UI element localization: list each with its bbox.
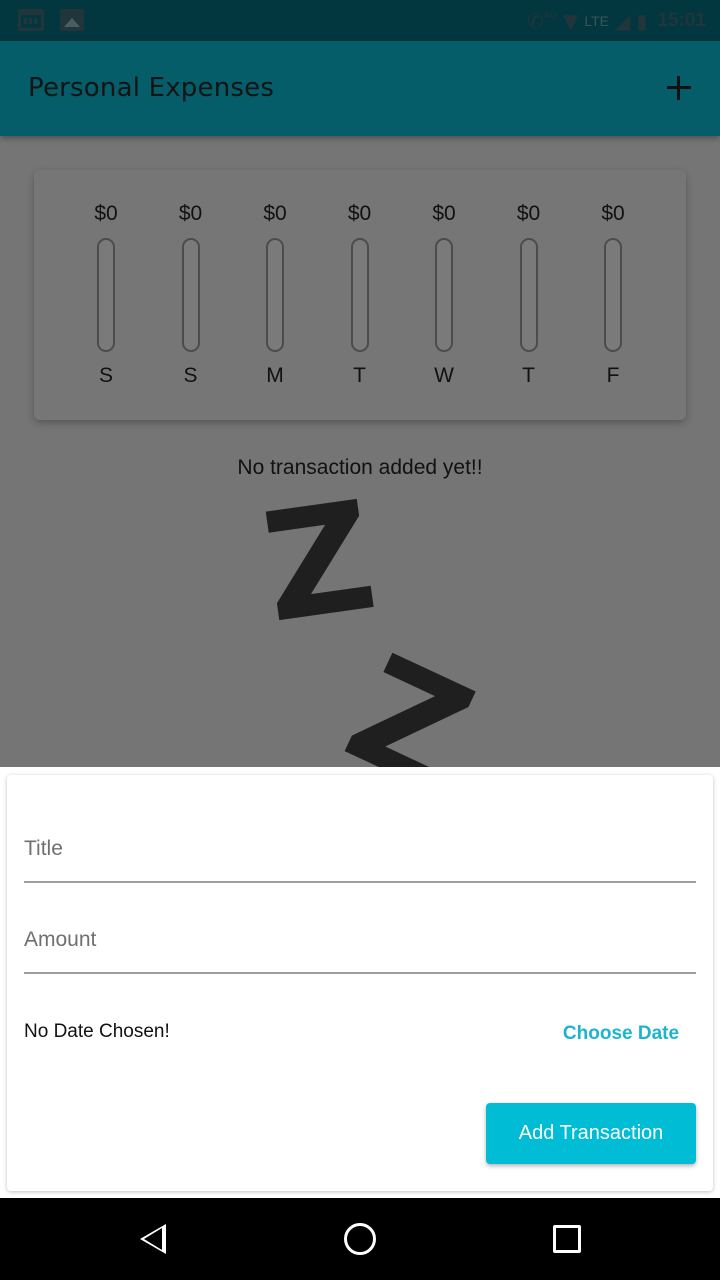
chart-bar xyxy=(350,238,369,352)
navigation-bar xyxy=(0,1198,720,1280)
calendar-icon xyxy=(18,9,44,31)
status-icons: ✆ 4G ▼ LTE ◢ ▮ 15:01 xyxy=(527,8,706,34)
chart-bar-column: $0 S xyxy=(76,200,136,390)
app-bar: Personal Expenses xyxy=(0,41,720,136)
chart-bar xyxy=(266,238,284,352)
wifi-icon: ▼ xyxy=(562,9,579,33)
bar-amount-label: $0 xyxy=(601,202,625,225)
chart-bar xyxy=(97,238,115,352)
bar-day-label: T xyxy=(353,364,366,387)
weekly-chart: $0 S $0 S $0 M $0 T $0 W $0 T $0 F xyxy=(34,170,686,420)
chart-bar xyxy=(435,238,453,352)
image-icon xyxy=(60,9,84,31)
amount-input[interactable] xyxy=(24,920,696,960)
date-status-label: No Date Chosen! xyxy=(24,1021,170,1042)
bar-day-label: S xyxy=(98,364,113,387)
call-wifi-icon: ✆ xyxy=(526,9,544,33)
chart-bar-column: $0 M xyxy=(245,200,305,390)
bar-day-label: T xyxy=(522,364,535,387)
bar-amount-label: $0 xyxy=(263,202,287,225)
choose-date-button[interactable]: Choose Date xyxy=(546,1014,696,1054)
bar-day-label: W xyxy=(434,364,454,387)
page-title: Personal Expenses xyxy=(28,73,275,103)
recents-icon[interactable] xyxy=(553,1225,581,1253)
network-small-label: 4G xyxy=(543,9,557,21)
network-label: LTE xyxy=(584,13,609,29)
bar-amount-label: $0 xyxy=(516,202,541,225)
chart-bar-column: $0 T xyxy=(499,200,559,390)
sleeping-z-glyph: Z xyxy=(253,469,386,657)
chart-bar-column: $0 W xyxy=(414,200,474,390)
title-input[interactable] xyxy=(24,829,696,869)
chart-bar-column: $0 F xyxy=(583,200,643,390)
back-icon[interactable] xyxy=(140,1224,166,1254)
bar-amount-label: $0 xyxy=(94,202,118,225)
battery-charging-icon: ▮ xyxy=(636,9,648,33)
add-icon[interactable] xyxy=(662,71,696,105)
amount-field[interactable] xyxy=(24,904,696,974)
add-transaction-button[interactable]: Add Transaction xyxy=(486,1103,696,1164)
status-time: 15:01 xyxy=(657,10,706,31)
chart-bar xyxy=(519,238,538,352)
status-bar: ✆ 4G ▼ LTE ◢ ▮ 15:01 xyxy=(0,0,720,41)
chart-bar xyxy=(181,238,200,352)
chart-bar xyxy=(604,238,622,352)
bar-amount-label: $0 xyxy=(178,202,203,225)
signal-icon: ◢ xyxy=(614,9,631,33)
bar-day-label: F xyxy=(606,364,620,387)
bar-amount-label: $0 xyxy=(432,202,456,225)
title-field[interactable] xyxy=(24,813,696,883)
chart-bar-column: $0 S xyxy=(161,200,221,390)
bar-amount-label: $0 xyxy=(347,202,372,225)
home-icon[interactable] xyxy=(344,1223,376,1255)
bar-day-label: S xyxy=(183,364,198,387)
chart-bar-column: $0 T xyxy=(330,200,390,390)
bar-day-label: M xyxy=(266,364,284,387)
